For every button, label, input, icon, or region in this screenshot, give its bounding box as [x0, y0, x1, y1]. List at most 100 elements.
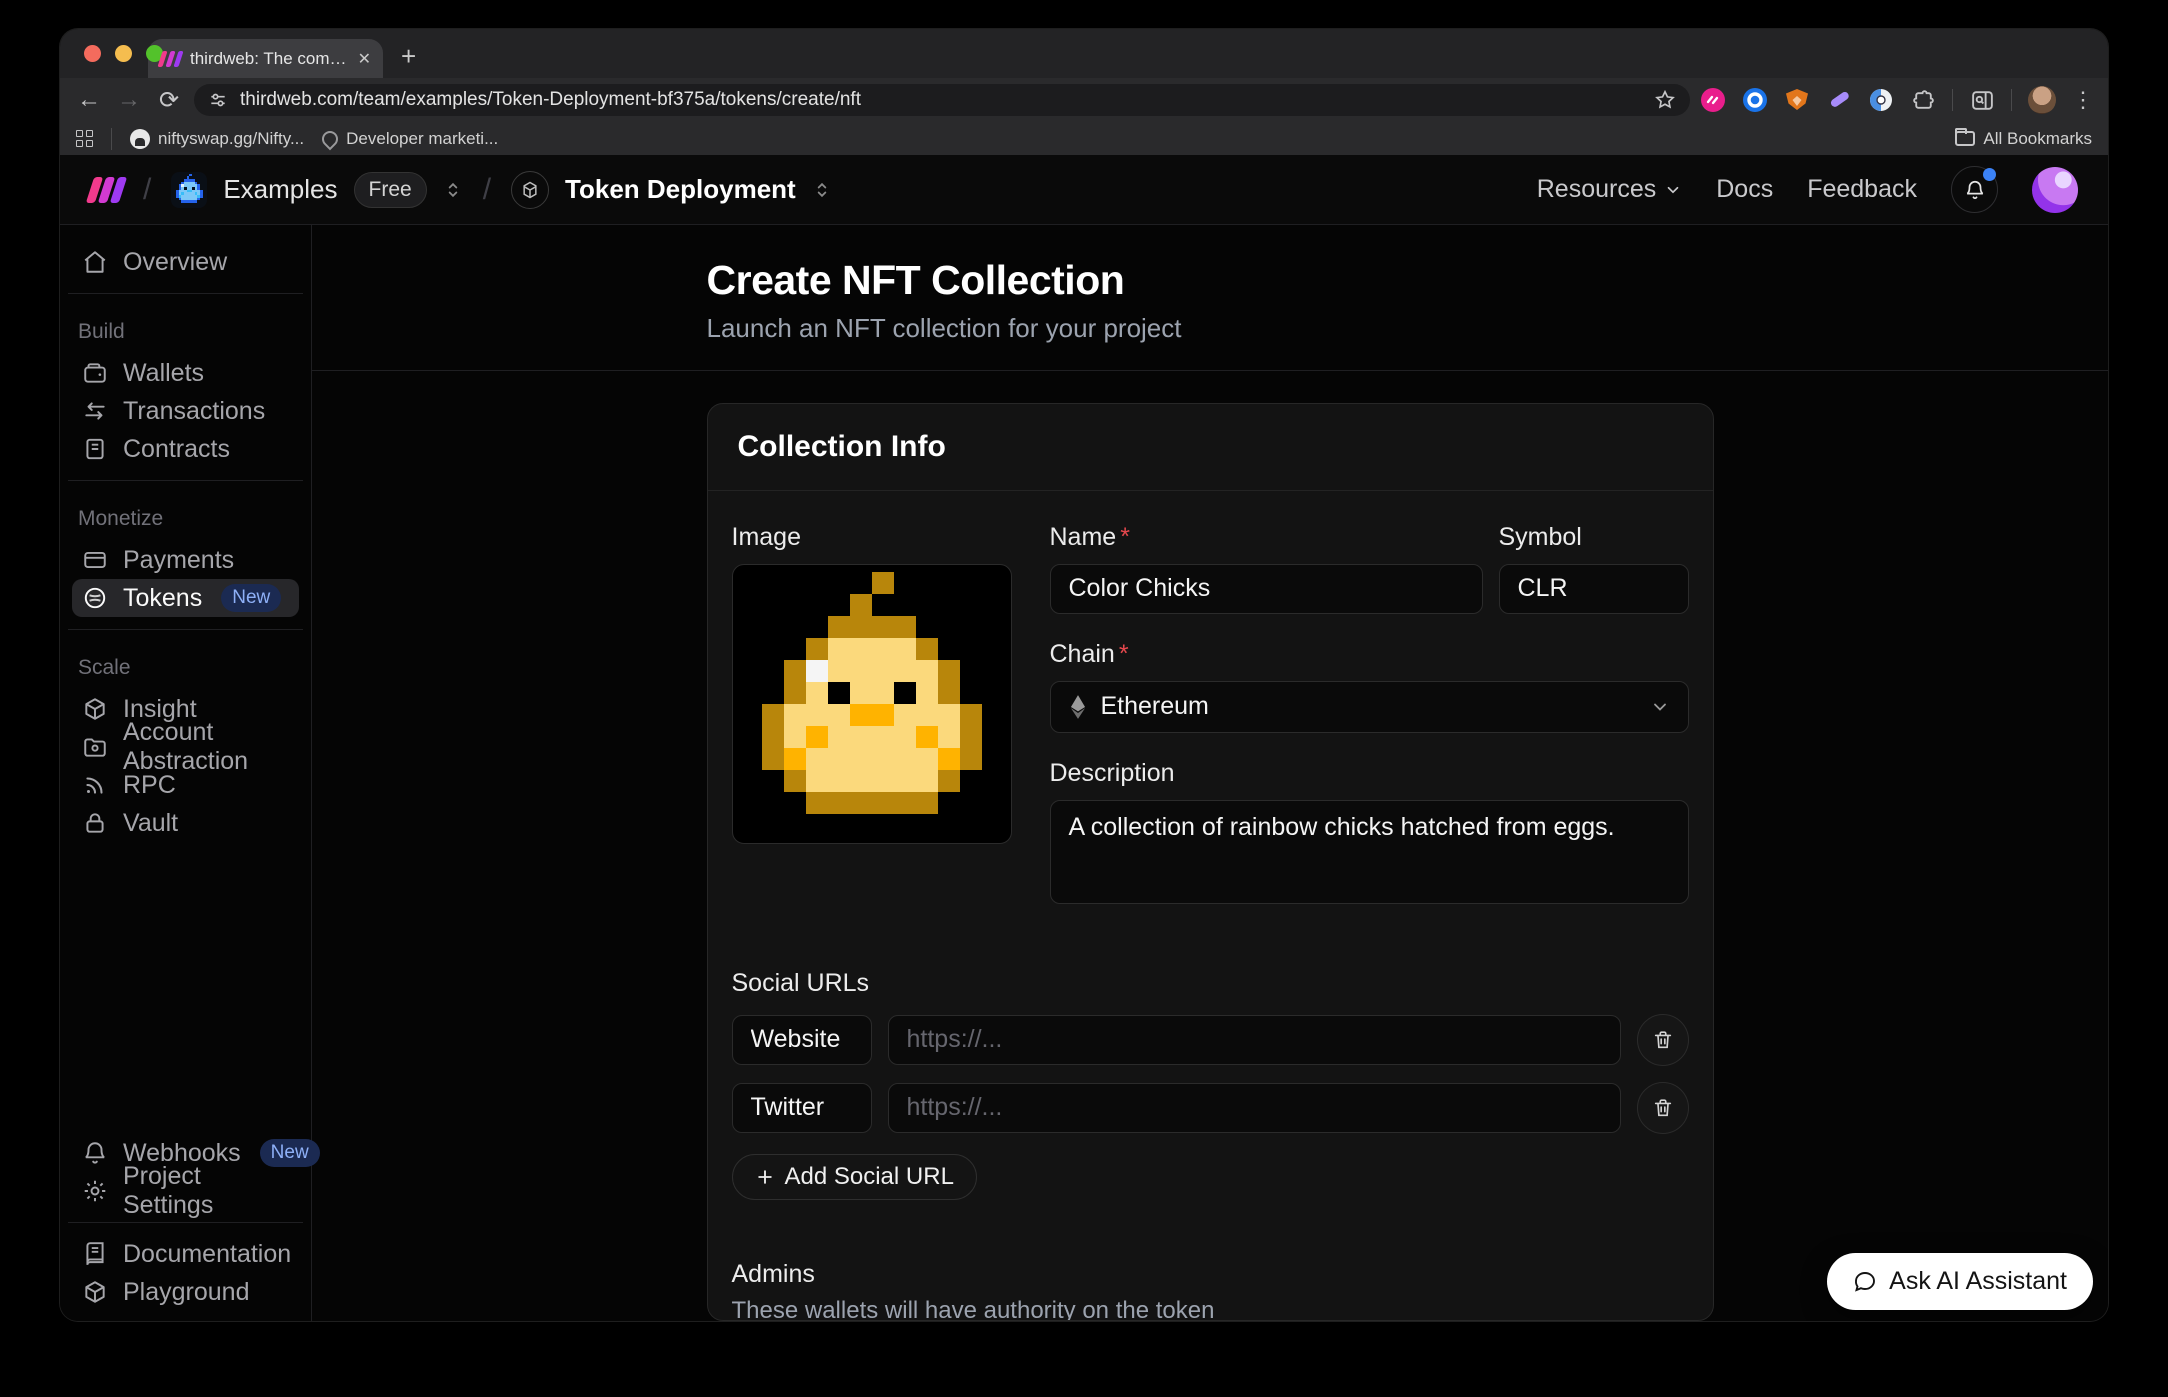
all-bookmarks-button[interactable]: All Bookmarks: [1955, 129, 2092, 149]
browser-profile-avatar[interactable]: [2028, 86, 2056, 114]
image-label: Image: [732, 523, 1012, 552]
name-label: Name*: [1050, 523, 1483, 552]
apps-grid-icon[interactable]: [76, 130, 93, 147]
sidebar-item-project-settings[interactable]: Project Settings: [72, 1172, 299, 1210]
url-text: thirdweb.com/team/examples/Token-Deploym…: [240, 89, 1642, 111]
required-asterisk: *: [1120, 523, 1130, 551]
social-platform-input[interactable]: [732, 1083, 872, 1133]
sidebar-item-transactions[interactable]: Transactions: [72, 392, 299, 430]
sidebar-divider: [68, 629, 303, 630]
url-bar[interactable]: thirdweb.com/team/examples/Token-Deploym…: [194, 84, 1690, 116]
chain-select[interactable]: Ethereum: [1050, 681, 1689, 733]
team-name[interactable]: Examples: [223, 174, 337, 205]
tab-strip: thirdweb: The complete web3 ✕ +: [60, 29, 2108, 78]
minimize-window-button[interactable]: [115, 45, 132, 62]
delete-social-url-button[interactable]: [1637, 1014, 1689, 1066]
notifications-button[interactable]: [1951, 166, 1998, 213]
extension-pink-icon[interactable]: [1700, 87, 1726, 113]
sidebar-item-wallets[interactable]: Wallets: [72, 354, 299, 392]
project-name[interactable]: Token Deployment: [565, 174, 796, 205]
sidebar-section-scale: Scale: [78, 656, 299, 680]
collection-info-card: Collection Info Image Name*: [707, 403, 1714, 1321]
required-asterisk: *: [1119, 640, 1129, 668]
credit-card-icon: [82, 547, 108, 573]
sidebar-item-vault[interactable]: Vault: [72, 804, 299, 842]
sidebar-item-tokens[interactable]: Tokens New: [72, 579, 299, 617]
sidebar-label: Tokens: [123, 584, 202, 613]
reload-icon[interactable]: ⟳: [154, 86, 184, 115]
sidebar-item-rpc[interactable]: RPC: [72, 766, 299, 804]
user-avatar[interactable]: [2032, 167, 2078, 213]
bookmark-label: niftyswap.gg/Nifty...: [158, 129, 304, 149]
new-tab-button[interactable]: +: [401, 41, 416, 72]
sidebar-item-documentation[interactable]: Documentation: [72, 1235, 299, 1273]
name-input[interactable]: [1050, 564, 1483, 614]
forward-icon[interactable]: →: [114, 86, 144, 114]
trash-icon: [1652, 1029, 1674, 1051]
bookmarks-divider: [111, 128, 112, 150]
sidebar-item-payments[interactable]: Payments: [72, 541, 299, 579]
resources-label: Resources: [1537, 175, 1657, 204]
sidebar-item-account-abstraction[interactable]: Account Abstraction: [72, 728, 299, 766]
extension-purple-icon[interactable]: [1826, 87, 1852, 113]
collection-image-pixel-art: [740, 572, 1004, 836]
extensions-row: ⋮: [1700, 86, 2094, 114]
sidebar: Overview Build Wallets Transactions Cont…: [60, 225, 312, 1321]
bookmark-niftyswap[interactable]: niftyswap.gg/Nifty...: [130, 129, 304, 149]
tab-close-icon[interactable]: ✕: [358, 49, 371, 69]
sidebar-label: Transactions: [123, 397, 265, 426]
bell-icon: [1964, 179, 1986, 201]
description-textarea[interactable]: A collection of rainbow chicks hatched f…: [1050, 800, 1689, 904]
metamask-icon[interactable]: [1784, 87, 1810, 113]
browser-menu-icon[interactable]: ⋮: [2072, 87, 2094, 113]
site-controls-icon: [208, 90, 228, 110]
social-url-input[interactable]: [888, 1083, 1621, 1133]
breadcrumb-slash: /: [483, 173, 491, 207]
extension-clock-icon[interactable]: [1868, 87, 1894, 113]
thirdweb-logo-icon[interactable]: [86, 177, 127, 203]
social-url-row: [732, 1014, 1689, 1066]
sidebar-item-playground[interactable]: Playground: [72, 1273, 299, 1311]
sidebar-divider: [68, 480, 303, 481]
window-controls[interactable]: [84, 45, 163, 62]
ethereum-icon: [1069, 694, 1087, 720]
cube-icon: [82, 1279, 108, 1305]
feedback-link[interactable]: Feedback: [1807, 175, 1917, 204]
page-subtitle: Launch an NFT collection for your projec…: [707, 313, 1714, 344]
extensions-puzzle-icon[interactable]: [1910, 87, 1936, 113]
extension-blue-ring-icon[interactable]: [1742, 87, 1768, 113]
resources-menu[interactable]: Resources: [1537, 175, 1683, 204]
book-icon: [82, 1241, 108, 1267]
project-icon: [511, 171, 549, 209]
toolbar-divider: [1952, 89, 1953, 111]
side-panel-search-icon[interactable]: [1969, 87, 1995, 113]
arrows-left-right-icon: [82, 398, 108, 424]
sidebar-section-monetize: Monetize: [78, 507, 299, 531]
sidebar-item-overview[interactable]: Overview: [72, 243, 299, 281]
chevrons-up-down-icon[interactable]: [812, 180, 832, 200]
card-title: Collection Info: [708, 404, 1713, 491]
social-platform-input[interactable]: [732, 1015, 872, 1065]
back-icon[interactable]: ←: [74, 86, 104, 114]
add-social-url-button[interactable]: Add Social URL: [732, 1154, 977, 1200]
bookmarks-bar: niftyswap.gg/Nifty... Developer marketi.…: [60, 122, 2108, 155]
delete-social-url-button[interactable]: [1637, 1082, 1689, 1134]
sidebar-divider: [68, 293, 303, 294]
sidebar-item-contracts[interactable]: Contracts: [72, 430, 299, 468]
docs-link[interactable]: Docs: [1716, 175, 1773, 204]
browser-tab[interactable]: thirdweb: The complete web3 ✕: [148, 39, 383, 78]
chevrons-up-down-icon[interactable]: [443, 180, 463, 200]
social-url-input[interactable]: [888, 1015, 1621, 1065]
close-window-button[interactable]: [84, 45, 101, 62]
symbol-input[interactable]: [1499, 564, 1689, 614]
bookmark-developer-marketing[interactable]: Developer marketi...: [322, 129, 498, 149]
sidebar-label: Overview: [123, 248, 227, 277]
sidebar-label: Documentation: [123, 1240, 291, 1269]
bookmark-star-icon[interactable]: [1654, 89, 1676, 111]
social-urls-label: Social URLs: [732, 969, 1689, 998]
collection-image-upload[interactable]: [732, 564, 1012, 844]
team-avatar[interactable]: [171, 172, 207, 208]
sidebar-label: Playground: [123, 1278, 249, 1307]
ask-ai-assistant-button[interactable]: Ask AI Assistant: [1827, 1253, 2093, 1310]
chevron-down-icon: [1664, 181, 1682, 199]
